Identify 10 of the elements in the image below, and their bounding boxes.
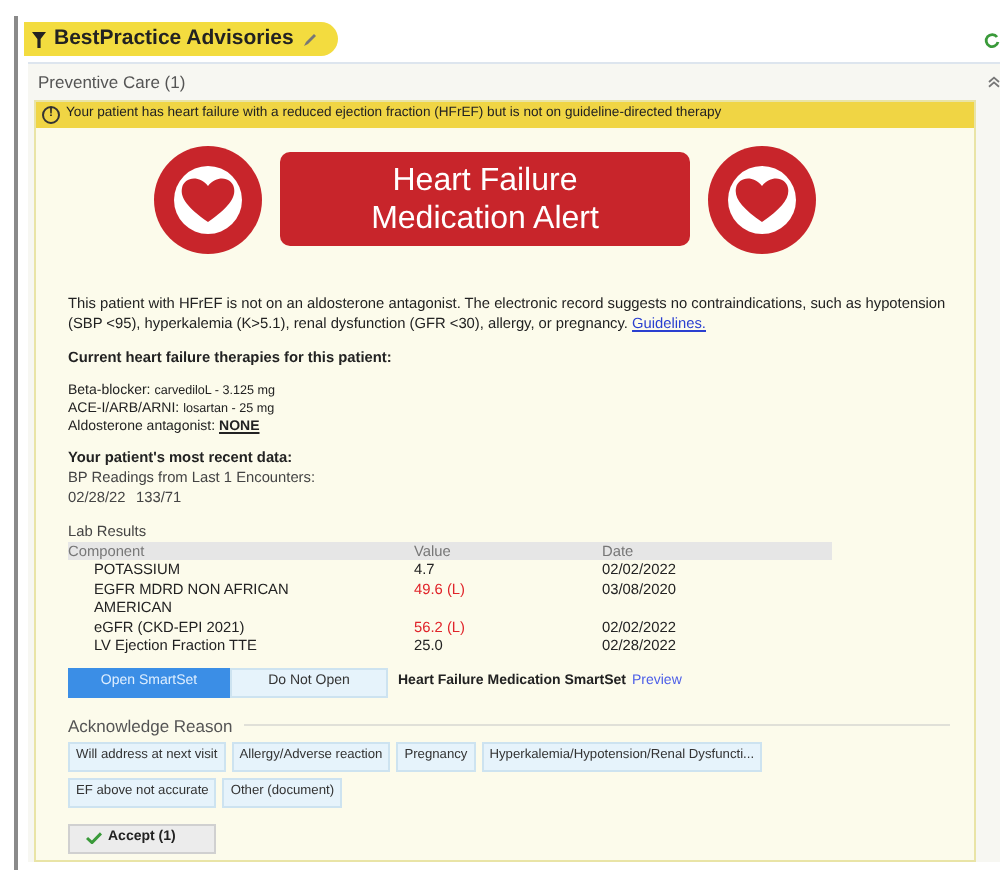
advisories-header-tab[interactable]: BestPractice Advisories xyxy=(24,22,338,56)
checkmark-icon xyxy=(86,832,102,845)
acknowledge-title: Acknowledge Reason xyxy=(68,715,233,736)
section-title: Preventive Care (1) xyxy=(38,70,186,96)
header-title: BestPractice Advisories xyxy=(54,23,294,54)
alert-banner: Heart Failure Medication Alert xyxy=(280,152,690,247)
pencil-icon xyxy=(301,31,318,47)
refresh-icon[interactable] xyxy=(984,32,1000,50)
filter-icon xyxy=(32,31,46,47)
collapse-icon[interactable] xyxy=(988,76,1000,89)
